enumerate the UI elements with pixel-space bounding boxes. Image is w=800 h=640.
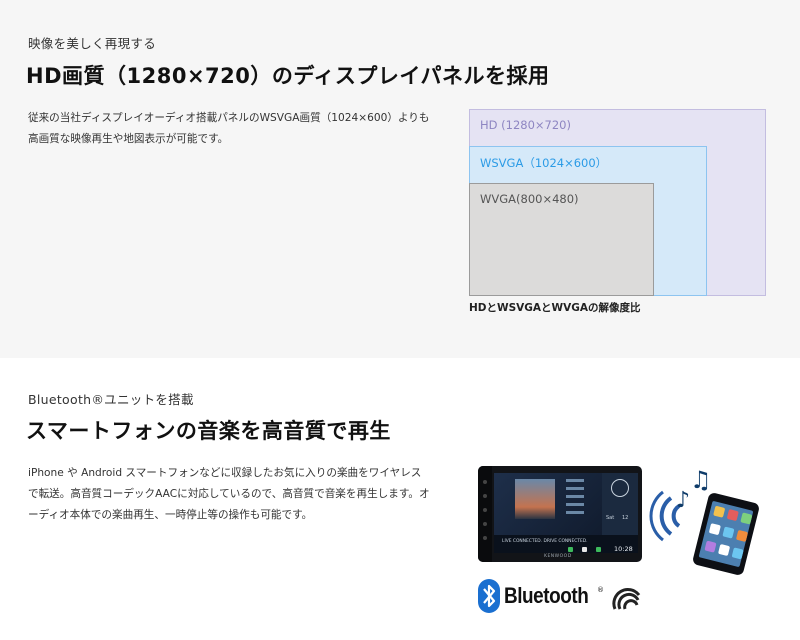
- bluetooth-eyebrow: Bluetooth®ユニットを搭載: [28, 392, 194, 407]
- brand-label: KENWOOD: [544, 554, 572, 559]
- bluetooth-description-line: iPhone や Android スマートフォンなどに収録したお気に入りの楽曲を…: [28, 467, 422, 479]
- clock-widget: Sat 12: [602, 473, 638, 543]
- display-eyebrow: 映像を美しく再現する: [28, 36, 157, 51]
- wvga-resolution-box: WVGA(800×480): [469, 183, 654, 296]
- display-description: 従来の当社ディスプレイオーディオ搭載パネルのWSVGA画質（1024×600）よ…: [28, 108, 429, 150]
- hd-resolution-label: HD (1280×720): [480, 118, 571, 132]
- display-section: 映像を美しく再現する HD画質（1280×720）のディスプレイパネルを採用 従…: [0, 0, 800, 358]
- bluetooth-heading: スマートフォンの音楽を高音質で再生: [26, 419, 391, 443]
- wsvga-resolution-label: WSVGA（1024×600）: [480, 156, 608, 170]
- bluetooth-description-line: ーディオ本体での楽曲再生、一時停止等の操作も可能です。: [28, 509, 313, 521]
- clock-day: Sat: [606, 515, 615, 521]
- screen-status-text: LIVE CONNECTED. DRIVE CONNECTED.: [502, 539, 588, 544]
- aac-codec-icon: [612, 588, 641, 610]
- registered-mark: ®: [597, 586, 604, 594]
- wvga-resolution-label: WVGA(800×480): [480, 192, 579, 206]
- smartphone-screen: [698, 500, 754, 568]
- display-heading: HD画質（1280×720）のディスプレイパネルを採用: [26, 64, 550, 88]
- album-art: [515, 479, 555, 519]
- head-unit-button-rail: [478, 466, 492, 562]
- bluetooth-description: iPhone や Android スマートフォンなどに収録したお気に入りの楽曲を…: [28, 463, 430, 526]
- bluetooth-icon: [478, 579, 500, 613]
- bluetooth-logo-text: Bluetooth: [504, 583, 589, 608]
- head-unit-screen: Sat 12 LIVE CONNECTED. DRIVE CONNECTED. …: [494, 473, 638, 553]
- music-note-icon: ♪: [676, 488, 691, 513]
- clock-icon: [611, 479, 629, 497]
- screen-time: 10:28: [614, 545, 633, 553]
- bluetooth-description-line: で転送。高音質コーデックAACに対応しているので、高音質で音楽を再生します。オ: [28, 488, 430, 500]
- music-note-icon: ♫: [690, 466, 712, 494]
- head-unit-image: Sat 12 LIVE CONNECTED. DRIVE CONNECTED. …: [478, 466, 642, 562]
- menu-strip: [566, 479, 584, 521]
- display-description-line: 従来の当社ディスプレイオーディオ搭載パネルのWSVGA画質（1024×600）よ…: [28, 112, 430, 124]
- clock-date: 12: [622, 515, 629, 521]
- screen-status-bar: LIVE CONNECTED. DRIVE CONNECTED. 10:28: [494, 535, 638, 553]
- display-description-line: 高画質な映像再生や地図表示が可能です。: [28, 133, 229, 145]
- resolution-caption: HDとWSVGAとWVGAの解像度比: [469, 302, 641, 314]
